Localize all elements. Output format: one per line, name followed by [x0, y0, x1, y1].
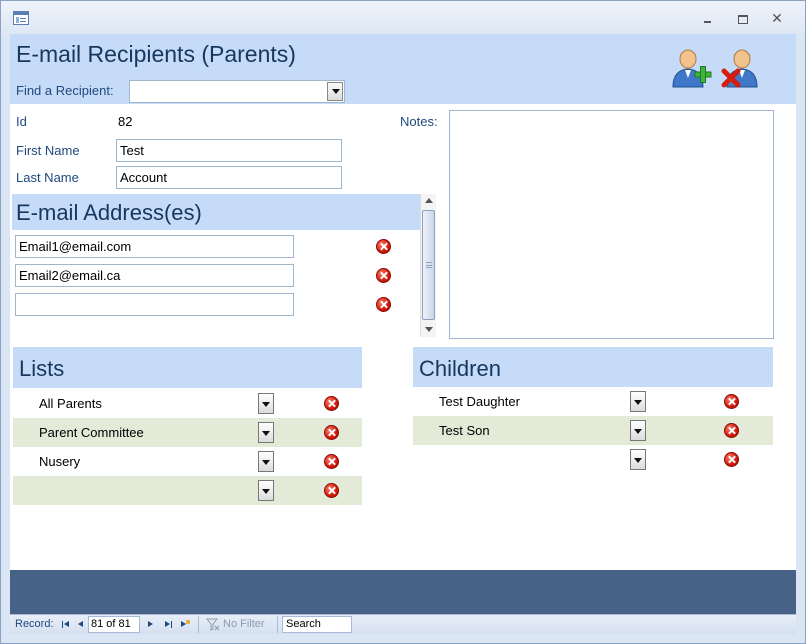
delete-list-icon[interactable] [324, 425, 339, 440]
chevron-down-icon[interactable] [258, 480, 274, 501]
first-name-field[interactable]: Test [116, 139, 342, 162]
delete-list-icon[interactable] [324, 396, 339, 411]
lists-section-header: Lists [13, 347, 362, 388]
delete-email-icon[interactable] [376, 268, 391, 283]
list-item [413, 445, 773, 474]
notes-label: Notes: [400, 114, 438, 129]
next-record-icon[interactable] [145, 618, 157, 631]
list-item: All Parents [13, 389, 362, 418]
chevron-down-icon[interactable] [258, 451, 274, 472]
record-navigation-bar: Record: 81 of 81 No Filter Search [10, 614, 796, 634]
grip-icon [426, 262, 432, 268]
chevron-down-icon[interactable] [258, 422, 274, 443]
child-name[interactable]: Test Daughter [439, 394, 520, 409]
id-label: Id [16, 114, 27, 129]
list-item-name[interactable]: Nusery [39, 454, 80, 469]
list-item-name[interactable]: Parent Committee [39, 425, 144, 440]
list-item [13, 476, 362, 505]
chevron-down-icon[interactable] [258, 393, 274, 414]
divider [277, 616, 278, 633]
email-field[interactable] [15, 293, 294, 316]
record-label: Record: [15, 618, 54, 630]
current-record-field[interactable]: 81 of 81 [88, 616, 140, 633]
delete-child-icon[interactable] [724, 423, 739, 438]
previous-record-icon[interactable] [74, 618, 86, 631]
email-field[interactable]: Email2@email.ca [15, 264, 294, 287]
page-title: E-mail Recipients (Parents) [16, 41, 296, 67]
maximize-button[interactable] [732, 10, 752, 26]
children-section-title: Children [419, 356, 501, 381]
lists-section-title: Lists [19, 356, 65, 381]
no-filter-label[interactable]: No Filter [223, 618, 265, 630]
form-header: E-mail Recipients (Parents) Find a Recip… [10, 34, 796, 104]
form-footer [10, 570, 796, 614]
email-field[interactable]: Email1@email.com [15, 235, 294, 258]
chevron-down-icon[interactable] [630, 391, 646, 412]
filter-icon[interactable] [206, 618, 220, 631]
title-bar: ✕ [1, 1, 805, 35]
children-section-header: Children [413, 347, 773, 387]
chevron-down-icon[interactable] [630, 449, 646, 470]
last-name-field[interactable]: Account [116, 166, 342, 189]
chevron-down-icon[interactable] [327, 82, 343, 101]
scroll-up-arrow-icon[interactable] [421, 194, 437, 208]
close-button[interactable]: ✕ [767, 10, 787, 26]
list-item-name[interactable]: All Parents [39, 396, 102, 411]
first-name-label: First Name [16, 143, 80, 158]
search-input[interactable]: Search [282, 616, 352, 633]
delete-email-icon[interactable] [376, 239, 391, 254]
delete-child-icon[interactable] [724, 452, 739, 467]
first-record-icon[interactable] [60, 618, 72, 631]
last-record-icon[interactable] [162, 618, 174, 631]
email-section-header: E-mail Address(es) [12, 194, 420, 230]
email-scrollbar[interactable] [420, 194, 436, 337]
list-item: Test Daughter [413, 387, 773, 416]
divider [198, 616, 199, 633]
list-item: Parent Committee [13, 418, 362, 447]
find-recipient-combo[interactable] [129, 80, 345, 103]
id-value: 82 [118, 114, 133, 129]
delete-person-icon[interactable] [720, 45, 764, 89]
email-section-title: E-mail Address(es) [16, 200, 202, 225]
scroll-down-arrow-icon[interactable] [421, 323, 437, 337]
minimize-button[interactable] [697, 10, 717, 26]
new-record-icon[interactable] [178, 618, 190, 631]
last-name-label: Last Name [16, 170, 79, 185]
scroll-thumb[interactable] [422, 210, 435, 320]
form-body: E-mail Recipients (Parents) Find a Recip… [10, 34, 796, 570]
list-item: Nusery [13, 447, 362, 476]
notes-field[interactable] [449, 110, 774, 339]
delete-child-icon[interactable] [724, 394, 739, 409]
delete-email-icon[interactable] [376, 297, 391, 312]
add-person-icon[interactable] [670, 45, 714, 89]
find-recipient-label: Find a Recipient: [16, 83, 114, 98]
delete-list-icon[interactable] [324, 483, 339, 498]
child-name[interactable]: Test Son [439, 423, 490, 438]
list-item: Test Son [413, 416, 773, 445]
chevron-down-icon[interactable] [630, 420, 646, 441]
delete-list-icon[interactable] [324, 454, 339, 469]
form-icon[interactable] [13, 11, 29, 25]
